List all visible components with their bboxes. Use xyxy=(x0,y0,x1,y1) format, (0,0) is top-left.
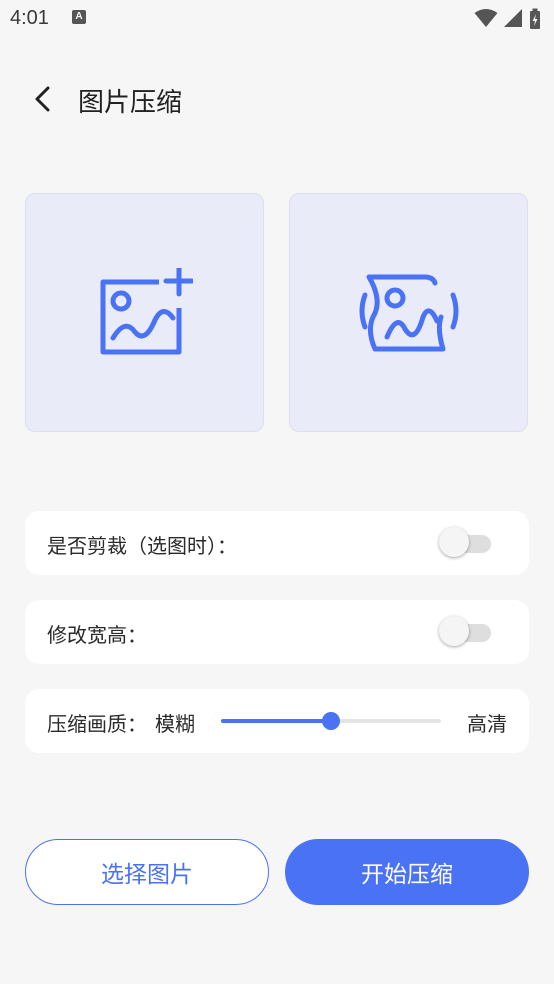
start-compress-button[interactable]: 开始压缩 xyxy=(285,839,529,905)
wifi-icon xyxy=(474,9,498,27)
resize-option-label: 修改宽高： xyxy=(47,623,147,647)
resize-toggle[interactable] xyxy=(439,616,491,646)
signal-icon xyxy=(503,9,522,27)
compress-image-icon xyxy=(359,274,458,351)
status-bar: 4:01 A xyxy=(0,0,554,40)
status-icons xyxy=(474,8,542,30)
quality-option-card: 压缩画质： 模糊 高清 xyxy=(25,689,529,753)
accessibility-a-icon: A xyxy=(72,10,86,24)
quality-max-label: 高清 xyxy=(467,712,507,736)
quality-slider-fill xyxy=(221,719,331,723)
battery-charging-icon xyxy=(530,8,540,29)
add-image-icon xyxy=(100,267,193,354)
source-image-box[interactable] xyxy=(25,193,264,432)
crop-option-card: 是否剪裁（选图时）： xyxy=(25,511,529,575)
quality-slider[interactable] xyxy=(221,711,441,731)
crop-option-label: 是否剪裁（选图时）： xyxy=(47,534,237,558)
crop-toggle-thumb xyxy=(439,527,469,557)
crop-toggle[interactable] xyxy=(439,527,491,557)
compressed-image-box[interactable] xyxy=(289,193,528,432)
quality-min-label: 模糊 xyxy=(155,712,195,736)
status-time: 4:01 xyxy=(10,7,49,29)
chevron-left-icon xyxy=(35,86,50,112)
resize-option-card: 修改宽高： xyxy=(25,600,529,664)
page-title: 图片压缩 xyxy=(78,88,183,118)
back-button[interactable] xyxy=(22,78,64,120)
quality-slider-thumb[interactable] xyxy=(322,712,340,730)
quality-option-label: 压缩画质： xyxy=(47,712,147,736)
select-image-button[interactable]: 选择图片 xyxy=(25,839,269,905)
app-header: 图片压缩 xyxy=(0,68,554,128)
resize-toggle-thumb xyxy=(439,616,469,646)
